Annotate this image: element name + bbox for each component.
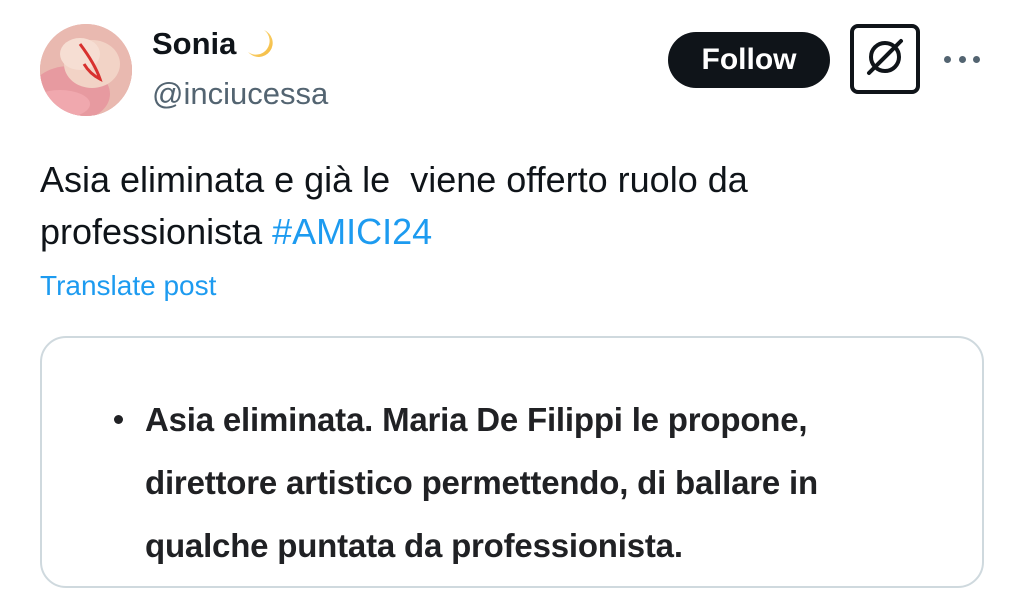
post-text: Asia eliminata e già le viene offerto ru… [40,154,940,258]
avatar[interactable] [40,24,132,116]
bullet-dot [114,415,123,424]
crescent-moon-icon [242,26,278,62]
more-options-dot [973,55,980,63]
list-item: Asia eliminata. Maria De Filippi le prop… [114,388,894,577]
hashtag-link[interactable]: #AMICI24 [272,211,432,252]
grok-button[interactable] [850,24,920,94]
more-options-dot [958,55,966,63]
more-options-icon [944,55,951,63]
follow-button[interactable]: Follow [668,32,830,88]
image-bullet-text: Asia eliminata. Maria De Filippi le prop… [145,401,818,564]
post-container: Sonia @inciucessa Follow Asia eliminata … [0,0,1024,604]
attached-image[interactable]: Asia eliminata. Maria De Filippi le prop… [40,336,984,588]
grok-icon [863,35,907,84]
author-name-row: Sonia [152,26,278,62]
translate-post-link[interactable]: Translate post [40,270,216,302]
author-handle[interactable]: @inciucessa [152,76,328,112]
author-display-name[interactable]: Sonia [152,26,236,62]
more-options-button[interactable] [944,44,980,74]
